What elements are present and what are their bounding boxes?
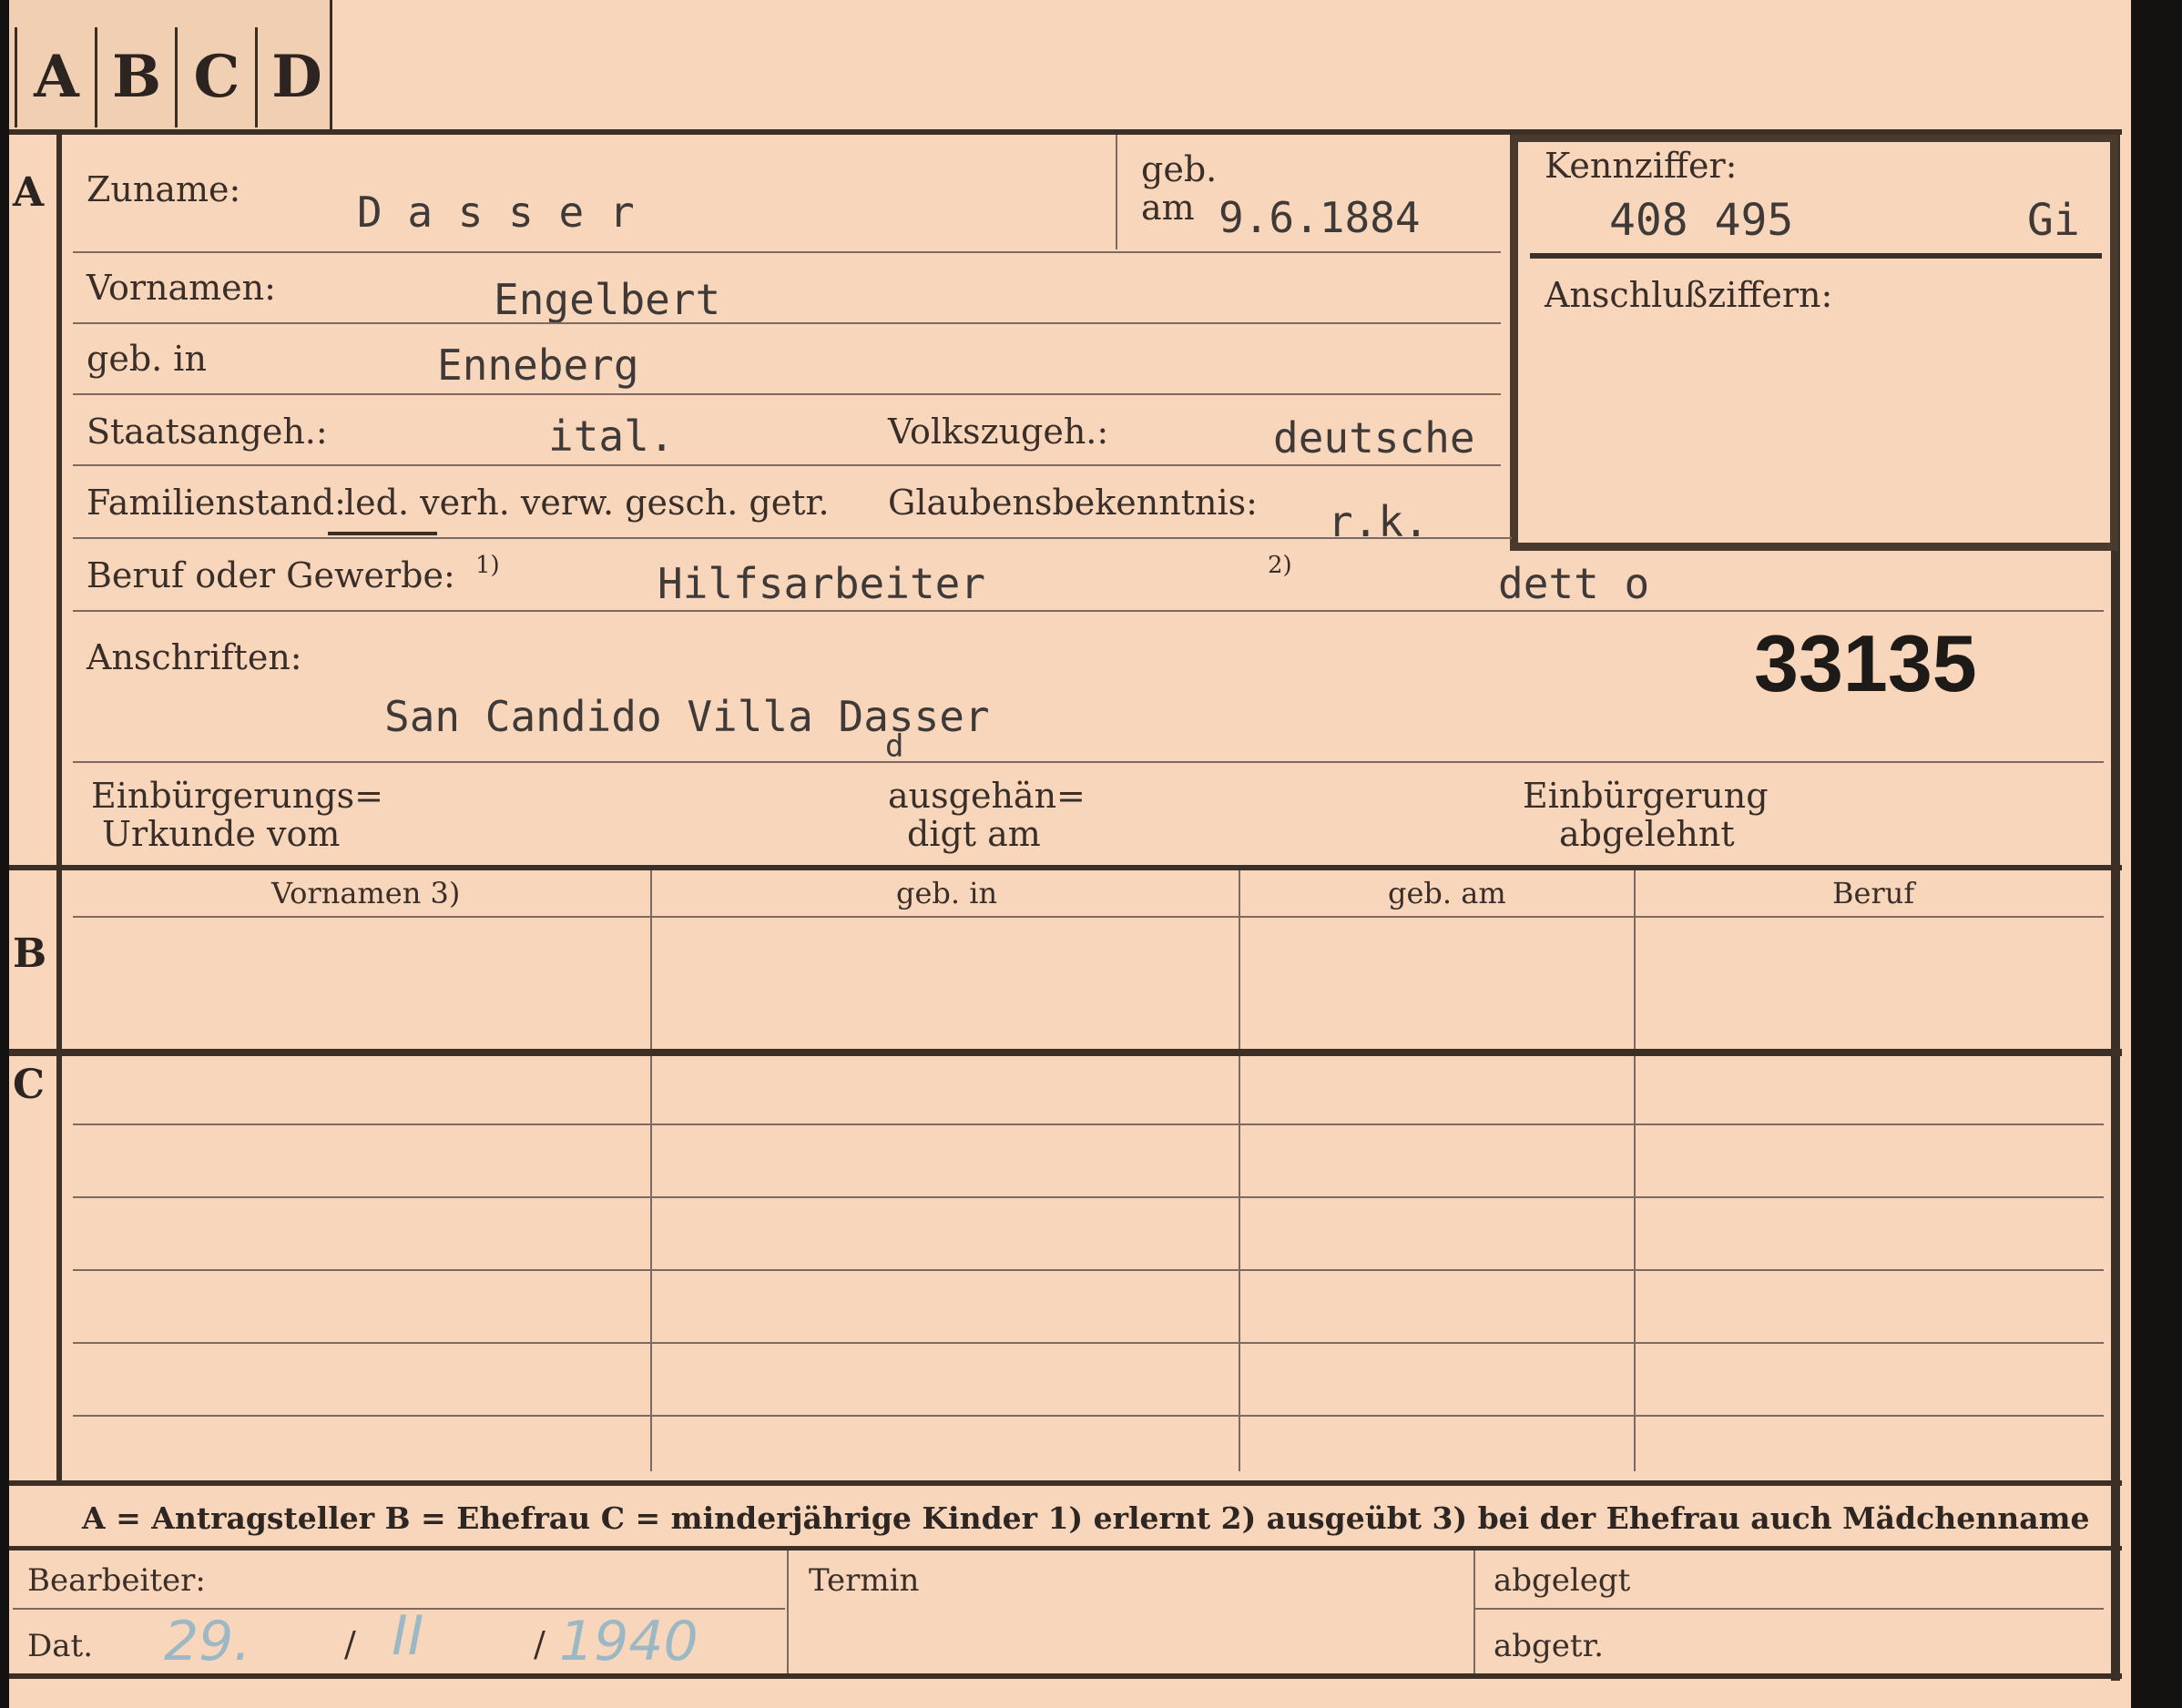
ausgehaendigt-label-1: ausgehän=: [888, 776, 1086, 816]
dat-month: II: [392, 1604, 424, 1668]
column-divider: [650, 870, 652, 1471]
kennziffer-value: 408 495: [1609, 195, 1794, 246]
row-line: [1475, 1608, 2104, 1610]
row-line: [73, 1269, 2104, 1271]
vornamen-value: Engelbert: [494, 275, 721, 324]
footer-divider: [1473, 1550, 1475, 1674]
volks-label: Volkszugeh.:: [888, 412, 1109, 452]
einbuergerung-label-2: Urkunde vom: [102, 814, 341, 854]
column-divider: [1239, 870, 1240, 1471]
am-label: am: [1141, 188, 1195, 228]
staats-value: ital.: [548, 412, 675, 461]
tab-d[interactable]: D: [255, 27, 336, 127]
beruf-value-1: Hilfsarbeiter: [658, 559, 986, 608]
geb-in-value: Enneberg: [437, 341, 639, 390]
anschluss-label: Anschlußziffern:: [1545, 275, 1833, 315]
abgelegt-label: abgelegt: [1494, 1562, 1631, 1599]
glaubens-label: Glaubensbekenntnis:: [888, 483, 1258, 523]
beruf-label: Beruf oder Gewerbe:: [87, 555, 455, 595]
col-header-geb-in: geb. in: [896, 876, 998, 910]
beruf-note-1: 1): [475, 552, 500, 579]
geb-am-value: 9.6.1884: [1218, 193, 1421, 242]
dat-day: 29.: [164, 1610, 251, 1673]
section-c-marker: C: [13, 1062, 46, 1108]
zuname-label: Zuname:: [87, 169, 241, 209]
abgetr-label: abgetr.: [1494, 1628, 1604, 1664]
familien-label: Familienstand:: [87, 483, 346, 523]
kennziffer-suffix: Gi: [2027, 195, 2080, 246]
tab-b[interactable]: B: [95, 27, 176, 127]
left-border: [56, 133, 62, 1480]
row-line: [73, 1415, 2104, 1417]
legend-bottom-border: [9, 1546, 2122, 1550]
familien-underline: [328, 532, 437, 535]
col-header-geb-am: geb. am: [1388, 876, 1506, 910]
col-header-beruf: Beruf: [1832, 876, 1915, 910]
geb-divider: [1116, 135, 1117, 249]
section-b-top-border: [9, 865, 2122, 870]
section-b-marker: B: [13, 930, 47, 977]
abgelehnt-label-1: Einbürgerung: [1523, 776, 1769, 816]
bottom-border: [9, 1673, 2122, 1679]
row-line: [73, 464, 1501, 466]
footer-divider: [787, 1550, 789, 1674]
einbuergerung-label-1: Einbürgerungs=: [91, 776, 383, 816]
dat-separator: /: [344, 1624, 356, 1664]
zuname-value: D a s s e r: [357, 188, 635, 237]
geb-in-label: geb. in: [87, 339, 207, 379]
staats-label: Staatsangeh.:: [87, 412, 328, 452]
row-line: [73, 1123, 2104, 1125]
tab-a[interactable]: A: [15, 27, 96, 127]
dat-separator: /: [534, 1624, 546, 1664]
row-line: [73, 1196, 2104, 1198]
legend-top-border: [9, 1480, 2122, 1486]
row-line: [73, 251, 1501, 253]
dat-year: 1940: [559, 1610, 698, 1673]
anschriften-label: Anschriften:: [87, 637, 302, 677]
col-header-vornamen: Vornamen 3): [271, 876, 461, 910]
bearbeiter-label: Bearbeiter:: [27, 1562, 206, 1599]
dat-label: Dat.: [27, 1628, 94, 1664]
vornamen-label: Vornamen:: [87, 268, 276, 308]
kennziffer-divider: [1530, 253, 2102, 259]
beruf-value-2: dett o: [1498, 559, 1650, 608]
row-line: [73, 537, 1512, 539]
header-line: [73, 916, 2104, 918]
row-line: [73, 1342, 2104, 1344]
row-line: [73, 393, 1501, 395]
tab-c[interactable]: C: [175, 27, 256, 127]
familien-options: led. verh. verw. gesch. getr.: [344, 483, 830, 523]
register-tabs: A B C D: [9, 0, 332, 129]
abgelehnt-label-2: abgelehnt: [1559, 814, 1735, 854]
section-c-top-border: [9, 1049, 2122, 1056]
volks-value: deutsche: [1273, 413, 1475, 463]
legend-text: A = Antragsteller B = Ehefrau C = minder…: [82, 1500, 2090, 1536]
row-line: [73, 322, 1501, 324]
kennziffer-label: Kennziffer:: [1545, 146, 1738, 186]
row-line: [73, 610, 2104, 612]
termin-label: Termin: [809, 1562, 920, 1599]
section-a-marker: A: [13, 169, 45, 216]
geb-label: geb.: [1141, 149, 1218, 189]
stamp-number: 33135: [1754, 618, 1977, 708]
ausgehaendigt-label-2: digt am: [907, 814, 1041, 854]
row-line: [73, 761, 2104, 763]
column-divider: [1634, 870, 1636, 1471]
anschrift-correction: d: [885, 728, 904, 765]
beruf-note-2: 2): [1268, 552, 1292, 579]
